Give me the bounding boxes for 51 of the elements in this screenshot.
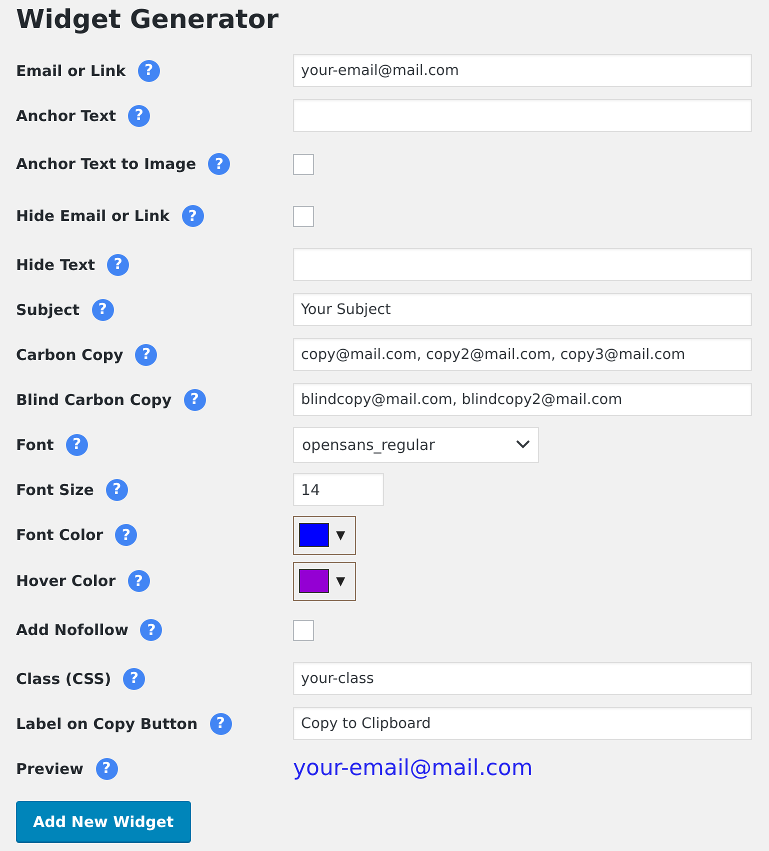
field-label: Preview: [16, 760, 84, 778]
help-icon[interactable]: ?: [208, 153, 230, 175]
checkbox[interactable]: [293, 620, 314, 640]
help-icon[interactable]: ?: [107, 254, 130, 276]
text-field[interactable]: copy@mail.com, copy2@mail.com, copy3@mail.com: [293, 338, 752, 371]
color-picker[interactable]: ▼: [293, 516, 356, 554]
field-label: Subject: [16, 300, 80, 318]
help-icon[interactable]: ?: [115, 524, 138, 546]
field-label: Class (CSS): [16, 670, 112, 688]
field-label: Email or Link: [16, 62, 126, 80]
checkbox[interactable]: [293, 206, 314, 226]
help-icon[interactable]: ?: [182, 205, 204, 227]
text-field[interactable]: Your Subject: [293, 293, 752, 326]
field-label: Font: [16, 436, 54, 454]
help-icon[interactable]: ?: [92, 298, 114, 320]
text-field[interactable]: your-class: [293, 662, 752, 695]
field-label: Anchor Text to Image: [16, 155, 196, 173]
page-title: Widget Generator: [16, 4, 280, 37]
text-field[interactable]: [293, 248, 752, 281]
text-field[interactable]: your-email@mail.com: [293, 54, 752, 87]
help-icon[interactable]: ?: [128, 570, 150, 592]
color-picker[interactable]: ▼: [293, 562, 356, 600]
help-icon[interactable]: ?: [106, 478, 128, 500]
field-label: Font Color: [16, 526, 104, 544]
checkbox[interactable]: [293, 154, 314, 174]
field-label: Hover Color: [16, 572, 116, 590]
field-label: Hide Text: [16, 256, 96, 274]
help-icon[interactable]: ?: [138, 60, 160, 82]
field-label: Hide Email or Link: [16, 207, 170, 225]
text-field[interactable]: Copy to Clipboard: [293, 707, 752, 740]
help-icon[interactable]: ?: [128, 104, 150, 126]
chevron-down-icon: [516, 440, 530, 449]
field-label: Anchor Text: [16, 106, 116, 124]
field-label: Carbon Copy: [16, 346, 124, 364]
help-icon[interactable]: ?: [210, 712, 232, 734]
number-field[interactable]: 14: [293, 473, 384, 506]
help-icon[interactable]: ?: [135, 344, 158, 366]
help-icon[interactable]: ?: [140, 619, 162, 641]
field-label: Blind Carbon Copy: [16, 390, 172, 408]
field-label: Font Size: [16, 480, 94, 498]
help-icon[interactable]: ?: [66, 434, 88, 456]
help-icon[interactable]: ?: [123, 668, 146, 690]
font-select[interactable]: opensans_regular: [293, 426, 539, 462]
field-label: Label on Copy Button: [16, 714, 198, 732]
preview-link[interactable]: your-email@mail.com: [293, 756, 533, 781]
add-widget-button[interactable]: Add New Widget: [16, 801, 191, 842]
text-field[interactable]: blindcopy@mail.com, blindcopy2@mail.com: [293, 383, 752, 416]
help-icon[interactable]: ?: [184, 388, 206, 410]
field-label: Add Nofollow: [16, 621, 128, 639]
help-icon[interactable]: ?: [96, 758, 118, 780]
text-field[interactable]: [293, 99, 752, 132]
